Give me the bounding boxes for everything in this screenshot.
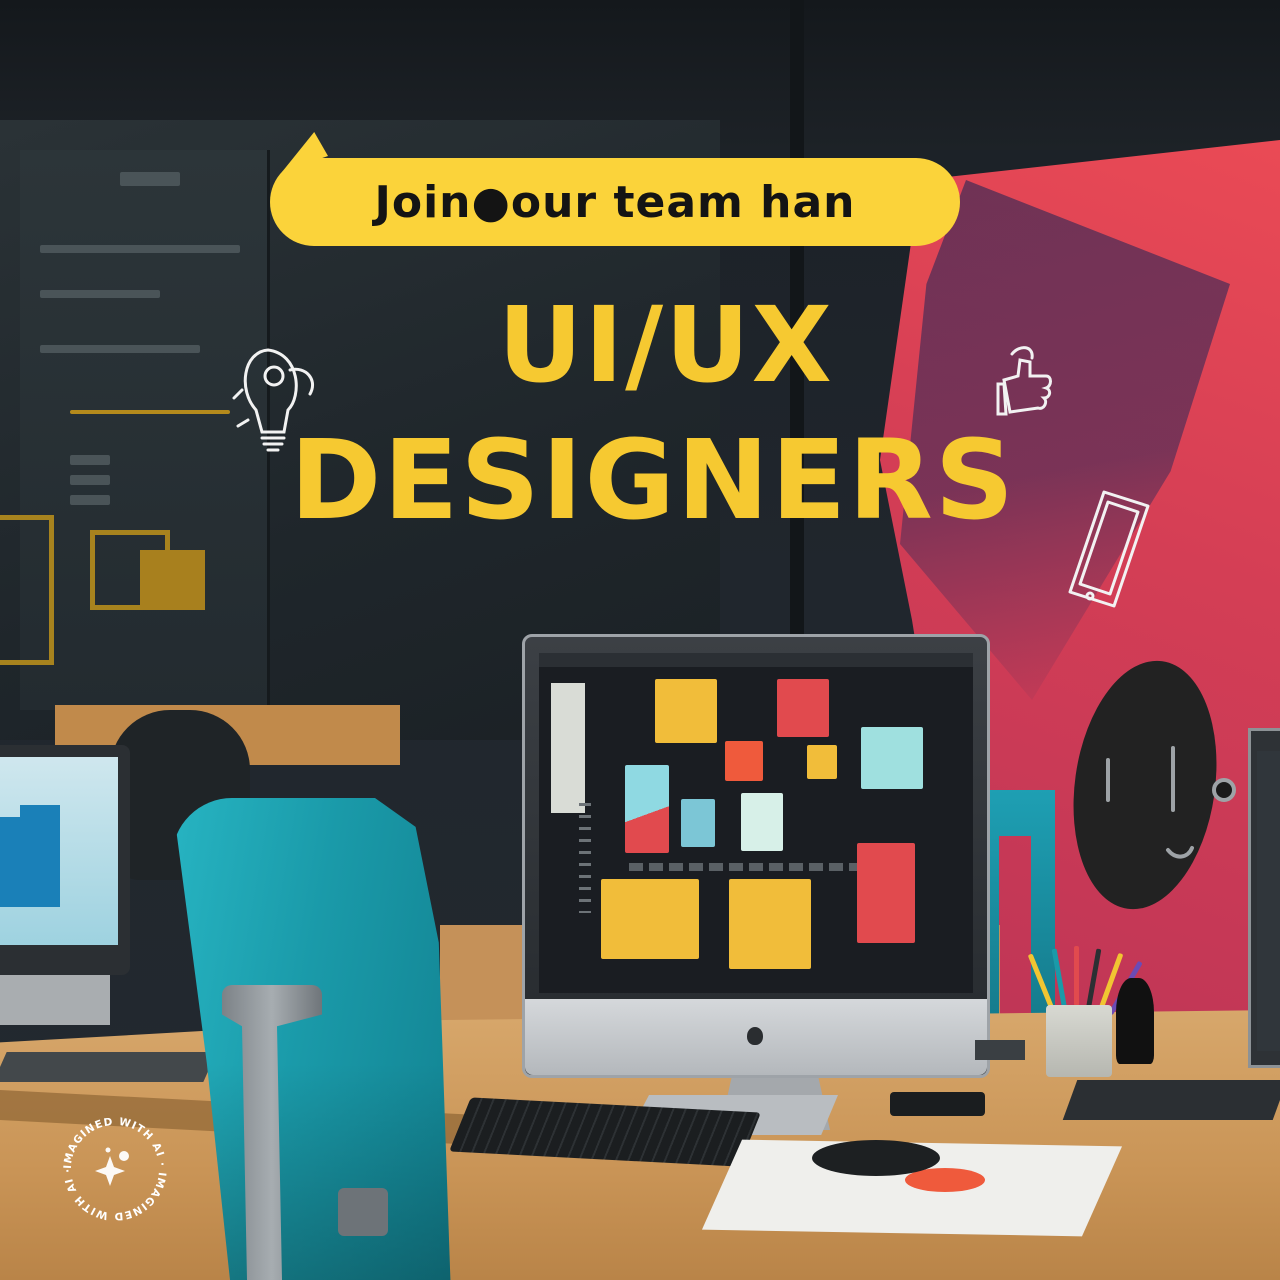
right-monitor-screen — [1257, 751, 1280, 1051]
imac-chin — [525, 999, 987, 1075]
folder-icon — [0, 817, 60, 907]
headline-line-2: DESIGNERS — [290, 416, 1017, 544]
wireframe-frame — [0, 515, 54, 665]
speech-bubble-banner: Join●our team han — [270, 158, 960, 246]
headphones-icon — [1098, 730, 1248, 870]
banner-text: Join●our team han — [374, 176, 856, 228]
chair-armrest — [338, 1188, 388, 1236]
app-ruler — [579, 803, 591, 913]
design-card — [625, 765, 669, 853]
thumbs-up-doodle-icon — [990, 340, 1060, 420]
right-monitor — [1248, 728, 1280, 1068]
left-keyboard — [0, 1052, 217, 1082]
design-card — [681, 799, 715, 847]
app-toolbar — [539, 653, 973, 667]
design-card — [729, 879, 811, 969]
design-card — [807, 745, 837, 779]
app-timeline — [629, 863, 859, 871]
design-card — [777, 679, 829, 737]
apple-logo-icon — [747, 1027, 763, 1045]
left-monitor-screen — [0, 757, 118, 945]
poster: Join●our team han UI/UX DESIGNERS IMAGIN… — [0, 0, 1280, 1280]
speaker — [1116, 978, 1154, 1064]
design-card — [861, 727, 923, 789]
design-card — [725, 741, 763, 781]
ai-watermark-badge: IMAGINED WITH AI · IMAGINED WITH AI · — [58, 1112, 172, 1226]
lightbulb-doodle-icon — [228, 340, 322, 458]
design-app-screen — [539, 653, 973, 993]
mouse — [812, 1140, 940, 1176]
pen-cup — [1046, 1005, 1112, 1077]
imac-monitor — [522, 634, 990, 1078]
left-monitor — [0, 745, 130, 975]
design-card — [655, 679, 717, 743]
app-sidebar — [551, 683, 585, 813]
headline-line-1: UI/UX — [498, 284, 834, 406]
closed-laptop — [1062, 1080, 1280, 1120]
smartphone-doodle-icon — [1060, 484, 1156, 614]
sparkle-icon — [95, 1147, 129, 1186]
design-card — [741, 793, 783, 851]
small-device — [975, 1040, 1025, 1060]
hard-drive — [890, 1092, 985, 1116]
left-monitor-stand — [0, 975, 110, 1025]
design-card — [857, 843, 915, 943]
design-card — [601, 879, 699, 959]
